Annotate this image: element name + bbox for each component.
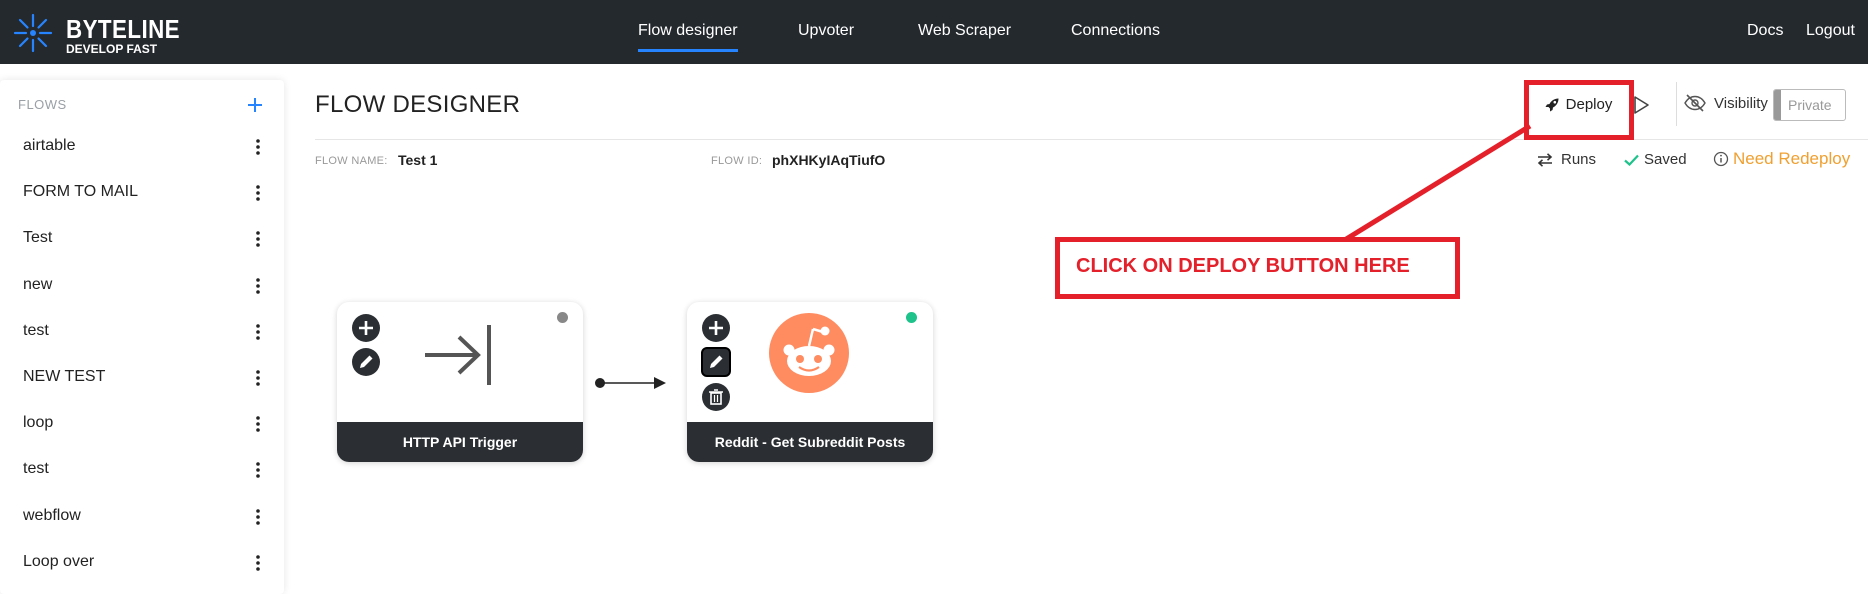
nav-logout[interactable]: Logout — [1806, 22, 1855, 40]
status-dot — [557, 312, 568, 323]
edit-pencil-icon[interactable] — [351, 347, 381, 377]
plus-icon — [248, 98, 262, 113]
runs-button[interactable]: Runs — [1537, 151, 1596, 168]
check-icon — [1624, 154, 1639, 166]
eye-slash-icon — [1684, 94, 1706, 112]
sidebar-item-label: FORM TO MAIL — [23, 183, 138, 201]
kebab-menu-icon[interactable] — [248, 507, 268, 527]
flows-sidebar: FLOWS airtable FORM TO MAIL Test new test NEW… — [0, 80, 284, 594]
sidebar-item-label: new — [23, 275, 53, 293]
trash-icon[interactable] — [701, 382, 731, 412]
brand-tagline: DEVELOP FAST — [66, 42, 158, 56]
sidebar-item-flow[interactable]: loop — [0, 402, 284, 446]
flow-name-value[interactable]: Test 1 — [398, 152, 437, 168]
annotation-highlight-box — [1524, 80, 1634, 140]
sidebar-item-flow[interactable]: webflow — [0, 495, 284, 539]
node-reddit-get-subreddit-posts[interactable]: Reddit - Get Subreddit Posts — [687, 302, 933, 462]
runs-label: Runs — [1561, 151, 1597, 168]
sidebar-item-flow[interactable]: Loop over — [0, 541, 284, 585]
redeploy-label: Need Redeploy — [1733, 149, 1851, 168]
kebab-menu-icon[interactable] — [248, 276, 268, 296]
byteline-logo-icon — [13, 13, 53, 53]
arrow-to-bar-icon — [425, 325, 491, 385]
nav-web-scraper[interactable]: Web Scraper — [918, 22, 1011, 40]
visibility-toggle[interactable]: Private — [1773, 89, 1846, 121]
sidebar-item-flow[interactable]: test — [0, 310, 284, 354]
add-circle-icon[interactable] — [701, 313, 731, 343]
top-navbar: BYTELINE DEVELOP FAST Flow designer Upvo… — [0, 0, 1868, 64]
swap-arrows-icon — [1537, 152, 1553, 167]
node-label: HTTP API Trigger — [337, 422, 583, 462]
toggle-knob — [1774, 90, 1781, 120]
sidebar-item-label: test — [23, 460, 49, 478]
flow-name-label: FLOW NAME: — [315, 155, 388, 167]
sidebar-item-label: test — [23, 321, 49, 339]
sidebar-item-flow[interactable]: FORM TO MAIL — [0, 171, 284, 215]
node-label: Reddit - Get Subreddit Posts — [687, 422, 933, 462]
sidebar-item-label: loop — [23, 414, 54, 432]
nav-docs[interactable]: Docs — [1747, 22, 1783, 40]
edit-pencil-icon[interactable] — [701, 347, 731, 377]
kebab-menu-icon[interactable] — [248, 137, 268, 157]
add-circle-icon[interactable] — [351, 313, 381, 343]
saved-label: Saved — [1644, 151, 1687, 168]
flow-id-value: phXHKyIAqTiufO — [772, 152, 886, 168]
kebab-menu-icon[interactable] — [248, 460, 268, 480]
sidebar-item-label: Loop over — [23, 552, 95, 570]
info-circle-icon — [1713, 151, 1729, 167]
kebab-menu-icon[interactable] — [248, 229, 268, 249]
sidebar-item-flow[interactable]: NEW TEST — [0, 356, 284, 400]
kebab-menu-icon[interactable] — [248, 322, 268, 342]
redeploy-status: Need Redeploy — [1713, 149, 1850, 169]
nav-flow-designer[interactable]: Flow designer — [638, 22, 738, 52]
sidebar-item-label: Test — [23, 229, 53, 247]
add-flow-button[interactable] — [248, 88, 262, 118]
kebab-menu-icon[interactable] — [248, 553, 268, 573]
sidebar-item-label: NEW TEST — [23, 368, 106, 385]
reddit-icon — [769, 313, 849, 393]
sidebar-item-flow[interactable]: airtable — [0, 125, 284, 169]
sidebar-header: FLOWS — [18, 97, 67, 112]
sidebar-item-label: airtable — [23, 137, 76, 154]
kebab-menu-icon[interactable] — [248, 183, 268, 203]
annotation-text: CLICK ON DEPLOY BUTTON HERE — [1076, 255, 1410, 277]
header-rule — [315, 139, 1868, 140]
nav-connections[interactable]: Connections — [1071, 22, 1160, 40]
sidebar-item-flow[interactable]: Test — [0, 217, 284, 261]
flow-id-label: FLOW ID: — [711, 155, 763, 167]
annotation-callout: CLICK ON DEPLOY BUTTON HERE — [1055, 237, 1460, 299]
brand-name: BYTELINE — [66, 14, 181, 44]
visibility-value: Private — [1788, 97, 1832, 113]
status-dot — [906, 312, 917, 323]
sidebar-item-label: webflow — [23, 506, 81, 524]
kebab-menu-icon[interactable] — [248, 368, 268, 388]
node-http-api-trigger[interactable]: HTTP API Trigger — [337, 302, 583, 462]
sidebar-item-flow[interactable]: new — [0, 264, 284, 308]
byteline-logo[interactable]: BYTELINE DEVELOP FAST — [12, 10, 182, 56]
header-divider — [1676, 82, 1677, 126]
sidebar-item-flow[interactable]: test — [0, 448, 284, 492]
visibility-label: Visibility — [1714, 94, 1768, 112]
nav-upvoter[interactable]: Upvoter — [798, 22, 854, 40]
saved-status: Saved — [1624, 151, 1687, 168]
visibility-control: Visibility — [1684, 94, 1768, 112]
kebab-menu-icon[interactable] — [248, 414, 268, 434]
page-title: FLOW DESIGNER — [315, 91, 521, 118]
